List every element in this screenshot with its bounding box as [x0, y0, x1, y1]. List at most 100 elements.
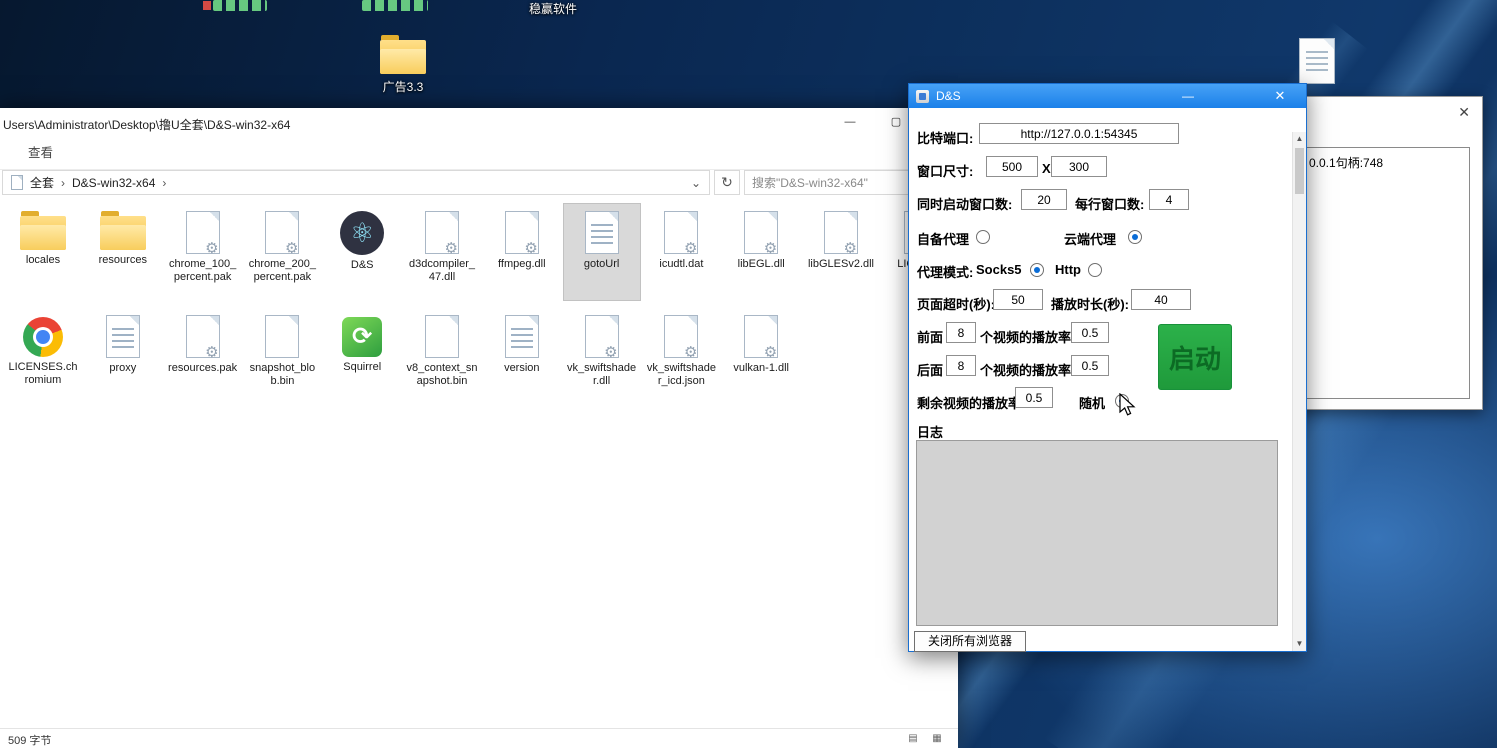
file-item-D&S[interactable]: ⚛D&S — [323, 203, 401, 301]
file-item-vk_swiftshader.dll[interactable]: ⚙ vk_swiftshader.dll — [563, 307, 641, 419]
explorer-titlebar[interactable]: Users\Administrator\Desktop\撸U全套\D&S-win… — [0, 108, 958, 136]
gear-icon: ⚙ — [265, 211, 299, 254]
random-label: 随机 — [1079, 393, 1105, 412]
file-item-Squirrel[interactable]: ⟳Squirrel — [323, 307, 401, 419]
file-item-ffmpeg.dll[interactable]: ⚙ ffmpeg.dll — [483, 203, 561, 301]
folder-icon — [100, 216, 146, 250]
http-label: Http — [1055, 262, 1081, 277]
file-item-vulkan-1.dll[interactable]: ⚙vulkan-1.dll — [722, 307, 800, 419]
file-item-gotoUrl[interactable]: gotoUrl — [563, 203, 641, 301]
menu-view-tab[interactable]: 查看 — [28, 136, 53, 170]
file-label: chrome_100_percent.pak — [165, 258, 241, 284]
self-proxy-radio[interactable] — [976, 230, 990, 244]
scrollbar-thumb[interactable] — [1295, 148, 1304, 194]
explorer-address-row: 全套 › D&S-win32-x64 › ⌄ ↻ — [0, 170, 958, 198]
gear-icon: ⚙ — [585, 315, 619, 358]
http-radio[interactable] — [1088, 263, 1102, 277]
gear-glyph: ⚙ — [205, 345, 218, 360]
file-item-resources.pak[interactable]: ⚙ resources.pak — [164, 307, 242, 419]
file-item-chrome_100_percent.pak[interactable]: ⚙ chrome_100_percent.pak — [164, 203, 242, 301]
file-explorer-window: Users\Administrator\Desktop\撸U全套\D&S-win… — [0, 108, 958, 748]
concurrent-input[interactable] — [1021, 189, 1067, 210]
gear-glyph: ⚙ — [524, 241, 537, 256]
close-all-browsers-button[interactable]: 关闭所有浏览器 — [914, 631, 1026, 652]
play-duration-input[interactable] — [1131, 289, 1191, 310]
explorer-title: Users\Administrator\Desktop\撸U全套\D&S-win… — [3, 116, 290, 133]
file-item-version[interactable]: version — [483, 307, 561, 419]
timeout-input[interactable] — [993, 289, 1043, 310]
back-count-input[interactable] — [946, 355, 976, 376]
chrome-icon — [23, 317, 63, 357]
dands-app-icon — [916, 90, 929, 103]
file-item-snapshot_blob.bin[interactable]: snapshot_blob.bin — [243, 307, 321, 419]
lines-icon — [106, 315, 140, 358]
gear-icon: ⚙ — [186, 211, 220, 254]
address-bar[interactable]: 全套 › D&S-win32-x64 › ⌄ — [2, 170, 710, 195]
desktop-icon-winner[interactable]: 稳赢软件 — [518, 0, 588, 17]
file-item-locales[interactable]: locales — [4, 203, 82, 301]
back-rate-input[interactable] — [1071, 355, 1109, 376]
cut-off-desktop-label — [362, 0, 428, 11]
file-item-LICENSES.chromium[interactable]: LICENSES.chromium — [4, 307, 82, 419]
file-item-icudtl.dat[interactable]: ⚙icudtl.dat — [642, 203, 720, 301]
handle-entry: 0.0.1句柄:748 — [1309, 154, 1383, 171]
status-text: 509 字节 — [8, 732, 51, 748]
file-label: resources.pak — [166, 362, 239, 375]
lines-icon — [505, 315, 539, 358]
document-icon — [1299, 38, 1335, 84]
dands-body: 比特端口: 窗口尺寸: X 同时启动窗口数: 每行窗口数: 自备代理 云端代理 … — [909, 108, 1306, 651]
socks5-radio[interactable] — [1030, 263, 1044, 277]
file-item-resources[interactable]: resources — [84, 203, 162, 301]
file-label: v8_context_snapshot.bin — [404, 362, 480, 388]
gear-glyph: ⚙ — [764, 345, 777, 360]
minimize-button[interactable]: — — [828, 108, 872, 136]
start-button[interactable]: 启动 — [1158, 324, 1232, 390]
random-radio[interactable] — [1115, 394, 1129, 408]
file-item-vk_swiftshader_icd.json[interactable]: ⚙vk_swiftshader_icd.json — [642, 307, 720, 419]
address-file-icon — [11, 175, 23, 190]
log-textarea[interactable] — [916, 440, 1278, 626]
close-button[interactable]: ✕ — [1266, 84, 1294, 108]
log-label: 日志 — [917, 422, 943, 441]
dands-titlebar[interactable]: D&S — ✕ — [909, 84, 1306, 108]
rest-rate-input[interactable] — [1015, 387, 1053, 408]
chevron-down-icon[interactable]: ⌄ — [691, 176, 701, 190]
view-thumbnail-icon[interactable]: ▦ — [928, 731, 946, 747]
close-icon[interactable]: ✕ — [1458, 105, 1470, 119]
file-item-d3dcompiler_47.dll[interactable]: ⚙d3dcompiler_47.dll — [403, 203, 481, 301]
scroll-down-icon[interactable]: ▼ — [1293, 637, 1306, 651]
file-label: resources — [97, 254, 149, 267]
window-width-input[interactable] — [986, 156, 1038, 177]
file-item-libEGL.dll[interactable]: ⚙libEGL.dll — [722, 203, 800, 301]
gear-icon: ⚙ — [505, 211, 539, 254]
refresh-icon[interactable]: ↻ — [714, 170, 740, 195]
per-row-label: 每行窗口数: — [1075, 194, 1144, 213]
desktop-icon-ad-folder[interactable]: 广告3.3 — [368, 40, 438, 95]
breadcrumb-parent[interactable]: 全套 — [30, 174, 54, 191]
file-item-proxy[interactable]: proxy — [84, 307, 162, 419]
window-height-input[interactable] — [1051, 156, 1107, 177]
minimize-button[interactable]: — — [1174, 84, 1202, 108]
front-count-input[interactable] — [946, 322, 976, 343]
gear-glyph: ⚙ — [684, 241, 697, 256]
port-input[interactable] — [979, 123, 1179, 144]
file-item-libGLESv2.dll[interactable]: ⚙libGLESv2.dll — [802, 203, 880, 301]
view-list-icon[interactable]: ▤ — [904, 731, 922, 747]
file-item-chrome_200_percent.pak[interactable]: ⚙chrome_200_percent.pak — [243, 203, 321, 301]
file-grid: localesresources⚙chrome_100_percent.pak⚙… — [0, 198, 958, 728]
gear-icon: ⚙ — [664, 315, 698, 358]
scroll-up-icon[interactable]: ▲ — [1293, 132, 1306, 146]
breadcrumb-current[interactable]: D&S-win32-x64 — [72, 176, 155, 190]
file-label: vk_swiftshader.dll — [564, 362, 640, 388]
front-rate-input[interactable] — [1071, 322, 1109, 343]
desktop-icon-document[interactable] — [1282, 38, 1352, 84]
cloud-proxy-radio[interactable] — [1128, 230, 1142, 244]
file-label: ffmpeg.dll — [496, 258, 548, 271]
file-item-v8_context_snapshot.bin[interactable]: v8_context_snapshot.bin — [403, 307, 481, 419]
lines-icon — [585, 211, 619, 254]
scrollbar[interactable]: ▲ ▼ — [1292, 132, 1306, 651]
gear-glyph: ⚙ — [764, 241, 777, 256]
per-row-input[interactable] — [1149, 189, 1189, 210]
file-label: gotoUrl — [582, 258, 621, 271]
folder-icon — [20, 216, 66, 250]
